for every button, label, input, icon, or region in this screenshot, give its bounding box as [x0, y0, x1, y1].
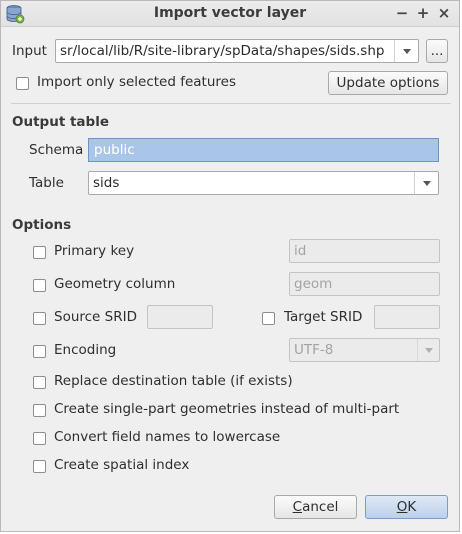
cancel-button[interactable]: Cancel — [274, 495, 357, 519]
input-file-value: sr/local/lib/R/site-library/spData/shape… — [60, 43, 385, 59]
encoding-value: UTF-8 — [294, 342, 334, 358]
browse-button[interactable]: ... — [426, 39, 448, 63]
cancel-mnemonic: C — [292, 499, 303, 515]
update-options-button[interactable]: Update options — [328, 71, 448, 95]
lowercase-checkbox[interactable] — [33, 432, 46, 445]
output-table-heading: Output table — [12, 114, 109, 130]
encoding-checkbox[interactable] — [33, 345, 46, 358]
replace-table-label: Replace destination table (if exists) — [54, 373, 293, 389]
table-label: Table — [29, 175, 64, 191]
geometry-column-checkbox[interactable] — [33, 279, 46, 292]
ok-label: K — [407, 499, 417, 515]
chevron-down-icon[interactable] — [414, 172, 438, 194]
lowercase-label: Convert field names to lowercase — [54, 429, 281, 445]
window-title: Import vector layer — [153, 5, 307, 21]
source-srid-label: Source SRID — [54, 309, 137, 325]
primary-key-label: Primary key — [54, 243, 135, 259]
geometry-column-value: geom — [294, 276, 333, 292]
primary-key-checkbox[interactable] — [33, 246, 46, 259]
encoding-combo[interactable]: UTF-8 — [289, 338, 440, 362]
schema-label: Schema — [29, 142, 84, 158]
spatial-index-label: Create spatial index — [54, 457, 190, 473]
spatial-index-checkbox[interactable] — [33, 460, 46, 473]
divider — [11, 103, 451, 104]
ok-button[interactable]: OK — [365, 495, 448, 519]
target-srid-checkbox[interactable] — [262, 312, 275, 325]
import-selected-label: Import only selected features — [37, 74, 236, 90]
geometry-column-label: Geometry column — [54, 276, 176, 292]
table-value: sids — [93, 175, 120, 191]
geometry-column-field[interactable]: geom — [289, 272, 440, 296]
target-srid-field[interactable] — [374, 305, 440, 329]
encoding-label: Encoding — [54, 342, 117, 358]
single-part-checkbox[interactable] — [33, 404, 46, 417]
maximize-button[interactable]: + — [414, 3, 432, 23]
minimize-button[interactable]: − — [393, 3, 411, 23]
options-heading: Options — [12, 217, 72, 233]
primary-key-field[interactable]: id — [289, 239, 440, 263]
table-combo[interactable]: sids — [88, 171, 439, 195]
close-button[interactable]: × — [435, 3, 453, 23]
import-selected-checkbox[interactable] — [16, 77, 29, 90]
chevron-down-icon[interactable] — [394, 40, 418, 62]
source-srid-field[interactable] — [147, 305, 213, 329]
schema-value: public — [94, 142, 135, 158]
primary-key-value: id — [294, 243, 307, 259]
cancel-label: ancel — [302, 499, 339, 515]
title-bar: Import vector layer − + × — [1, 1, 459, 27]
schema-combo[interactable]: public — [88, 138, 439, 162]
input-label: Input — [12, 43, 47, 59]
target-srid-label: Target SRID — [284, 309, 363, 325]
replace-table-checkbox[interactable] — [33, 376, 46, 389]
source-srid-checkbox[interactable] — [33, 312, 46, 325]
ok-mnemonic: O — [396, 499, 408, 515]
single-part-label: Create single-part geometries instead of… — [54, 401, 400, 417]
import-vector-layer-dialog: Import vector layer − + × Input sr/local… — [0, 0, 460, 532]
chevron-down-icon — [417, 339, 439, 361]
input-file-combo[interactable]: sr/local/lib/R/site-library/spData/shape… — [55, 39, 419, 63]
